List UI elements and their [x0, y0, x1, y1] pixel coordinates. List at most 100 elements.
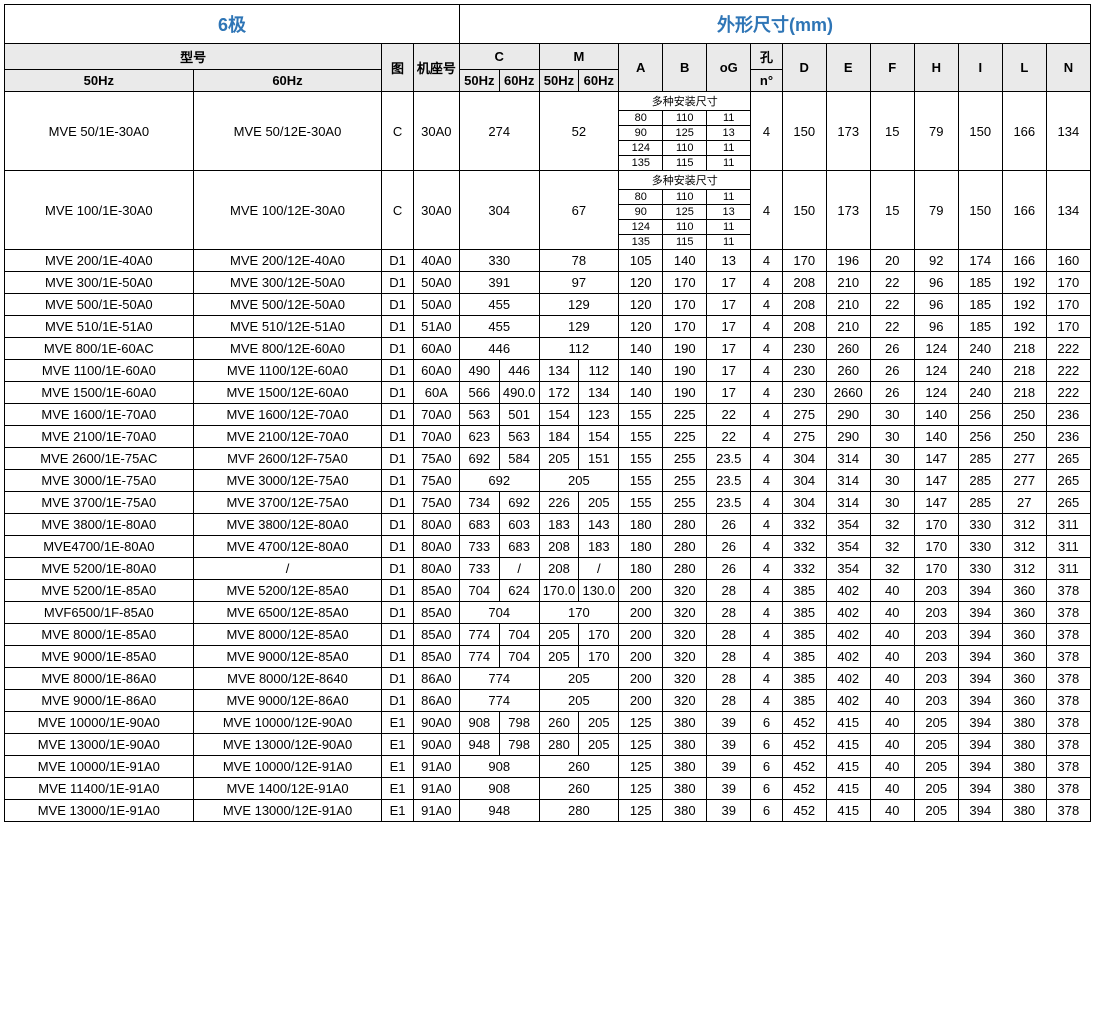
- cell-a: 155: [619, 470, 663, 492]
- cell-a: 120: [619, 294, 663, 316]
- cell-model-60hz: MVE 800/12E-60A0: [193, 338, 382, 360]
- cell-f: 40: [870, 712, 914, 734]
- cell-figure: D1: [382, 272, 413, 294]
- cell-og: 39: [707, 734, 751, 756]
- cell-c-50hz: 704: [459, 580, 499, 602]
- cell-frame: 90A0: [413, 712, 459, 734]
- cell-m-50hz: 170.0: [539, 580, 579, 602]
- cell-c-60hz: /: [499, 558, 539, 580]
- cell-l: 380: [1002, 734, 1046, 756]
- cell-e: 354: [826, 536, 870, 558]
- cell-f: 26: [870, 360, 914, 382]
- cell-h: 147: [914, 492, 958, 514]
- cell-c-50hz: 734: [459, 492, 499, 514]
- cell-model-60hz: MVE 1400/12E-91A0: [193, 778, 382, 800]
- cell-hole: 6: [751, 778, 782, 800]
- cell-n: 170: [1046, 294, 1090, 316]
- multi-mount-value: 125: [663, 126, 707, 141]
- table-row: MVE 13000/1E-91A0MVE 13000/12E-91A0E191A…: [5, 800, 1091, 822]
- cell-a: 200: [619, 690, 663, 712]
- table-row: MVE 3700/1E-75A0MVE 3700/12E-75A0D175A07…: [5, 492, 1091, 514]
- cell-l: 277: [1002, 470, 1046, 492]
- cell-frame: 91A0: [413, 756, 459, 778]
- cell-n: 378: [1046, 580, 1090, 602]
- cell-l: 312: [1002, 514, 1046, 536]
- header-model-60hz: 60Hz: [193, 70, 382, 92]
- cell-c: 704: [459, 602, 539, 624]
- cell-figure: D1: [382, 580, 413, 602]
- header-i: I: [958, 44, 1002, 92]
- cell-f: 30: [870, 492, 914, 514]
- cell-hole: 4: [751, 646, 782, 668]
- cell-figure: D1: [382, 338, 413, 360]
- cell-d: 275: [782, 426, 826, 448]
- cell-frame: 40A0: [413, 250, 459, 272]
- cell-model-50hz: MVE 9000/1E-86A0: [5, 690, 194, 712]
- cell-model-60hz: MVE 8000/12E-85A0: [193, 624, 382, 646]
- cell-d: 304: [782, 470, 826, 492]
- cell-model-50hz: MVE 13000/1E-90A0: [5, 734, 194, 756]
- multi-mount-value: 110: [663, 111, 707, 126]
- cell-m-60hz: 205: [579, 492, 619, 514]
- cell-figure: D1: [382, 448, 413, 470]
- cell-hole: 4: [751, 382, 782, 404]
- cell-og: 28: [707, 624, 751, 646]
- cell-model-50hz: MVE 8000/1E-86A0: [5, 668, 194, 690]
- cell-f: 40: [870, 602, 914, 624]
- cell-m-50hz: 134: [539, 360, 579, 382]
- multi-mount-value: 13: [707, 205, 751, 220]
- cell-h: 203: [914, 580, 958, 602]
- multi-mount-value: 11: [707, 141, 751, 156]
- cell-og: 17: [707, 338, 751, 360]
- cell-og: 28: [707, 580, 751, 602]
- cell-b: 170: [663, 316, 707, 338]
- cell-figure: D1: [382, 536, 413, 558]
- cell-l: 360: [1002, 624, 1046, 646]
- cell-n: 222: [1046, 338, 1090, 360]
- cell-n: 378: [1046, 668, 1090, 690]
- header-c: C: [459, 44, 539, 70]
- cell-a: 125: [619, 712, 663, 734]
- cell-h: 170: [914, 536, 958, 558]
- cell-m-60hz: 183: [579, 536, 619, 558]
- cell-e: 2660: [826, 382, 870, 404]
- cell-m: 205: [539, 690, 619, 712]
- cell-i: 394: [958, 734, 1002, 756]
- cell-e: 402: [826, 624, 870, 646]
- cell-model-50hz: MVE 200/1E-40A0: [5, 250, 194, 272]
- cell-m: 78: [539, 250, 619, 272]
- table-row: MVE 2100/1E-70A0MVE 2100/12E-70A0D170A06…: [5, 426, 1091, 448]
- cell-e: 415: [826, 712, 870, 734]
- cell-og: 26: [707, 536, 751, 558]
- cell-l: 218: [1002, 338, 1046, 360]
- header-group-right: 外形尺寸(mm): [459, 5, 1090, 44]
- cell-b: 280: [663, 514, 707, 536]
- multi-mount-cell: 多种安装尺寸801101190125131241101113511511: [619, 171, 751, 250]
- cell-n: 378: [1046, 800, 1090, 822]
- cell-n: 222: [1046, 360, 1090, 382]
- cell-c-50hz: 683: [459, 514, 499, 536]
- cell-f: 20: [870, 250, 914, 272]
- cell-c-50hz: 774: [459, 624, 499, 646]
- cell-b: 170: [663, 272, 707, 294]
- cell-model-60hz: MVE 3000/12E-75A0: [193, 470, 382, 492]
- cell-h: 140: [914, 404, 958, 426]
- cell-m-60hz: 205: [579, 734, 619, 756]
- cell-h: 124: [914, 338, 958, 360]
- cell-d: 230: [782, 360, 826, 382]
- cell-hole: 4: [751, 448, 782, 470]
- table-row: MVE 100/1E-30A0MVE 100/12E-30A0C30A03046…: [5, 171, 1091, 250]
- cell-figure: D1: [382, 492, 413, 514]
- cell-a: 155: [619, 404, 663, 426]
- cell-model-50hz: MVE 50/1E-30A0: [5, 92, 194, 171]
- table-row: MVE 800/1E-60ACMVE 800/12E-60A0D160A0446…: [5, 338, 1091, 360]
- table-row: MVE 10000/1E-91A0MVE 10000/12E-91A0E191A…: [5, 756, 1091, 778]
- cell-e: 314: [826, 470, 870, 492]
- cell-l: 380: [1002, 712, 1046, 734]
- cell-m-50hz: 154: [539, 404, 579, 426]
- cell-frame: 30A0: [413, 92, 459, 171]
- cell-i: 185: [958, 272, 1002, 294]
- cell-c: 304: [459, 171, 539, 250]
- cell-hole: 4: [751, 360, 782, 382]
- cell-d: 230: [782, 338, 826, 360]
